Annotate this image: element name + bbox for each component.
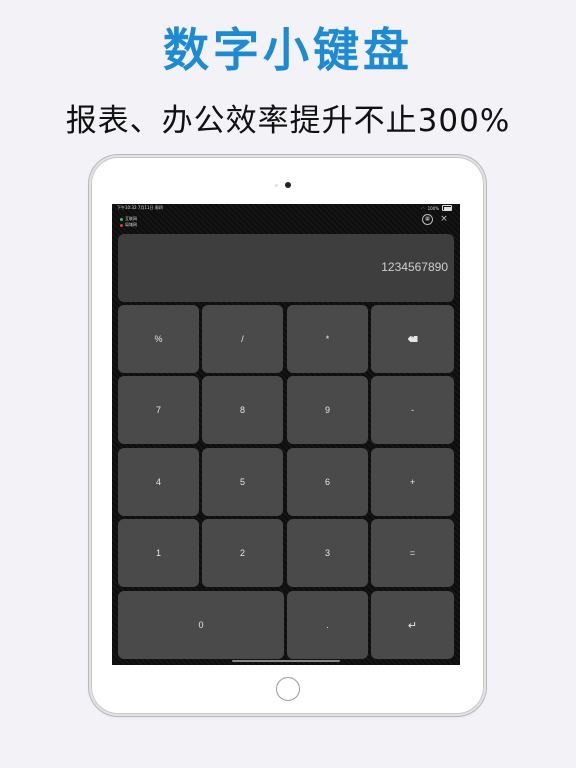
key-label: 3 — [324, 548, 330, 558]
ipad-frame: 下午10:32 7月11日 周四 ◠ 100% 互联网 局域网 ▦ × 1234… — [92, 158, 483, 713]
close-icon: × — [440, 214, 448, 224]
backspace-icon — [407, 336, 418, 342]
key-1[interactable]: 1 — [118, 519, 199, 587]
key-label: 8 — [239, 405, 245, 415]
key-label: 7 — [155, 405, 161, 415]
home-indicator — [232, 660, 340, 662]
connection-label: 局域网 — [125, 222, 137, 227]
number-display: 1234567890 — [118, 234, 454, 302]
status-time-date: 下午10:32 7月11日 周四 — [117, 205, 163, 211]
key-backspace[interactable] — [371, 305, 454, 373]
front-camera — [285, 182, 291, 188]
key-percent[interactable]: % — [118, 305, 199, 373]
status-indicators: ◠ 100% — [421, 205, 452, 211]
key-multiply[interactable]: * — [287, 305, 368, 373]
promo-subheadline: 报表、办公效率提升不止300% — [65, 103, 511, 139]
key-label: = — [409, 548, 416, 558]
key-label: 4 — [155, 477, 161, 487]
key-5[interactable]: 5 — [202, 448, 283, 516]
key-label: 6 — [324, 477, 330, 487]
key-equals[interactable]: = — [371, 519, 454, 587]
key-label: 0 — [198, 620, 204, 630]
status-date: 7月11日 周四 — [137, 205, 163, 210]
key-label: / — [241, 334, 244, 344]
key-6[interactable]: 6 — [287, 448, 368, 516]
key-enter[interactable]: ↵ — [371, 591, 454, 659]
key-label: % — [154, 334, 163, 344]
calculator-icon: ▦ — [422, 214, 433, 225]
key-divide[interactable]: / — [202, 305, 283, 373]
key-minus[interactable]: - — [371, 376, 454, 444]
key-label: 5 — [239, 477, 245, 487]
status-time: 下午10:32 — [117, 205, 137, 210]
key-label: . — [326, 620, 329, 630]
status-bar: 下午10:32 7月11日 周四 ◠ 100% — [112, 204, 460, 212]
key-7[interactable]: 7 — [118, 376, 199, 444]
key-decimal[interactable]: . — [287, 591, 368, 659]
key-0[interactable]: 0 — [118, 591, 284, 659]
display-value: 1234567890 — [381, 260, 448, 274]
key-8[interactable]: 8 — [202, 376, 283, 444]
key-label: * — [325, 334, 330, 344]
app-screen: 下午10:32 7月11日 周四 ◠ 100% 互联网 局域网 ▦ × 1234… — [112, 204, 460, 665]
key-label: 1 — [155, 548, 161, 558]
status-dot-green-icon — [120, 217, 123, 221]
key-label: + — [409, 477, 416, 487]
key-2[interactable]: 2 — [202, 519, 283, 587]
key-9[interactable]: 9 — [287, 376, 368, 444]
battery-icon — [442, 205, 452, 211]
key-4[interactable]: 4 — [118, 448, 199, 516]
key-plus[interactable]: + — [371, 448, 454, 516]
wifi-icon: ◠ — [421, 205, 425, 211]
enter-icon: ↵ — [407, 619, 418, 632]
battery-percent: 100% — [427, 205, 439, 211]
key-label: 2 — [239, 548, 245, 558]
status-dot-red-icon — [120, 223, 123, 227]
home-button[interactable] — [276, 677, 300, 701]
promo-headline: 数字小键盘 — [163, 23, 413, 77]
close-button[interactable]: × — [439, 214, 449, 224]
calculator-button[interactable]: ▦ — [422, 214, 433, 225]
key-3[interactable]: 3 — [287, 519, 368, 587]
camera-sensor — [275, 184, 278, 187]
connection-lan: 局域网 — [120, 222, 137, 228]
key-label: - — [411, 405, 414, 415]
key-label: 9 — [324, 405, 330, 415]
